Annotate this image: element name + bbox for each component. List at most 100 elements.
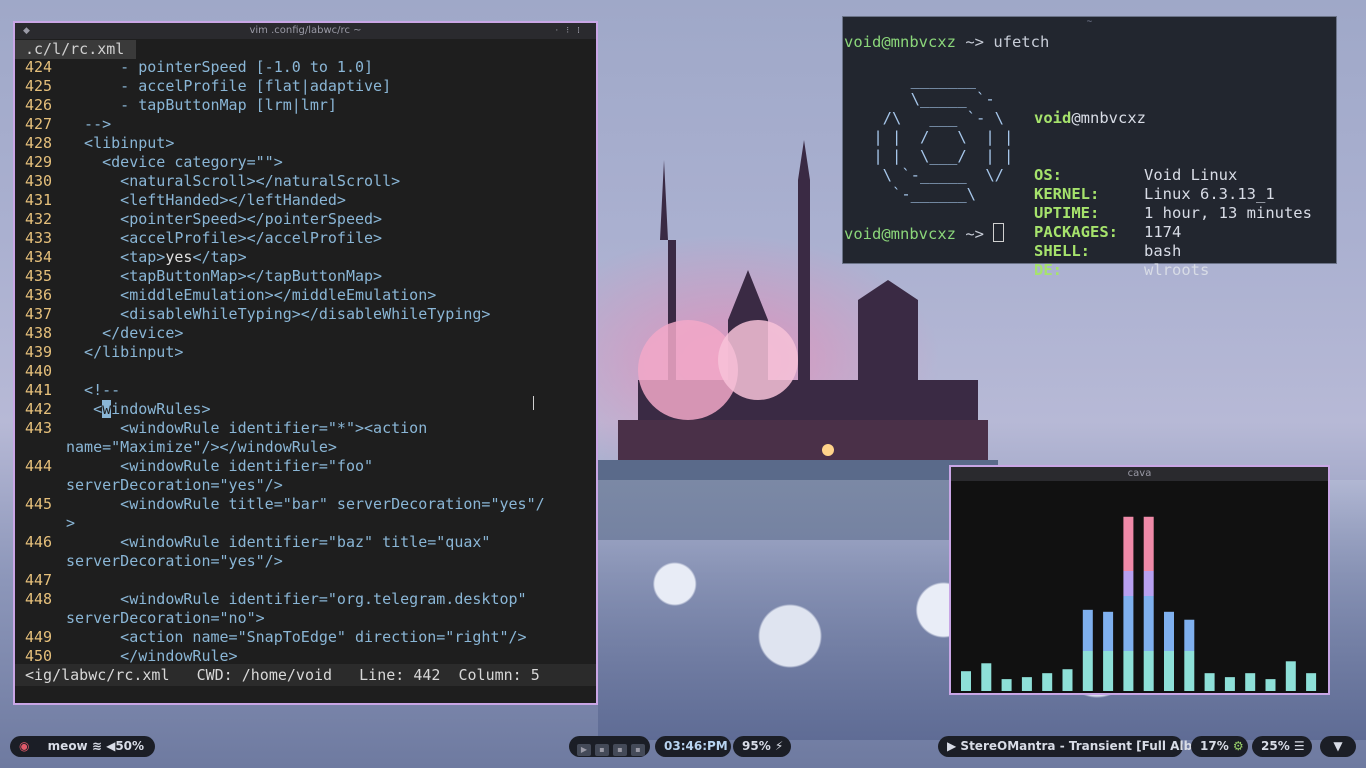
workspaces-pill: ▶ ▪ ▪ ▪ bbox=[569, 736, 650, 757]
line-number: 439 bbox=[25, 343, 53, 361]
vim-tab[interactable]: .c/l/rc.xml bbox=[15, 40, 137, 59]
ufetch-key: UPTIME: bbox=[1034, 204, 1100, 222]
code-line: <windowRule title="bar" serverDecoration… bbox=[66, 495, 545, 513]
menu-lines-icon: ☰ bbox=[1293, 739, 1305, 753]
volume-icon[interactable]: ◀ bbox=[106, 739, 115, 753]
terminal-output[interactable]: void@mnbvcxz ~> ufetch _______ \_____ `-… bbox=[844, 33, 1312, 279]
prompt-user: void bbox=[844, 33, 882, 51]
ufetch-value: Linux 6.3.13_1 bbox=[1144, 185, 1275, 203]
code-line: <windowRule identifier="org.telegram.des… bbox=[66, 590, 527, 608]
logo-line: \_____ `- bbox=[864, 90, 995, 108]
workspace-4-icon[interactable]: ▪ bbox=[631, 744, 645, 756]
vim-window[interactable]: ◆ vim .config/labwc/rc ~ ·⁝⁞ .c/l/rc.xml… bbox=[13, 21, 598, 705]
left-pill[interactable]: ◉ meow ≋ ◀50% bbox=[10, 736, 155, 757]
line-number: 448 bbox=[25, 590, 53, 608]
ufetch-value: 1174 bbox=[1144, 223, 1182, 241]
logo-line: | | / \ | | bbox=[864, 128, 1014, 146]
window-controls-icon[interactable]: ·⁝⁞ bbox=[555, 23, 588, 39]
code-line: - tapButtonMap [lrm|lmr] bbox=[66, 96, 337, 114]
code-line: <tapButtonMap></tapButtonMap> bbox=[66, 267, 383, 285]
cava-window[interactable]: cava bbox=[949, 465, 1330, 695]
logo-line: _______ bbox=[864, 71, 976, 89]
code-line: <windowRule identifier="*"><action bbox=[66, 419, 428, 437]
eye-off-icon[interactable]: ◉ bbox=[19, 739, 29, 753]
vim-statusline: <ig/labwc/rc.xml CWD: /home/void Line: 4… bbox=[15, 664, 596, 686]
line-number: 429 bbox=[25, 153, 53, 171]
line-number: 438 bbox=[25, 324, 53, 342]
status-bar: ◉ meow ≋ ◀50% ▶ ▪ ▪ ▪ 03:46:PM 95% ⚡ ▶ Ster… bbox=[0, 732, 1366, 760]
line-number: 436 bbox=[25, 286, 53, 304]
notification-pill[interactable]: ▼ bbox=[1320, 736, 1356, 757]
line-number: 443 bbox=[25, 419, 53, 437]
logo-line: | | \___/ | | bbox=[864, 147, 1014, 165]
ufetch-info: void@mnbvcxz OS: Void Linux KERNEL: Linux 6… bbox=[1034, 71, 1312, 318]
line-number: 441 bbox=[25, 381, 53, 399]
wifi-icon[interactable]: ≋ bbox=[92, 739, 102, 753]
cava-bar-segment bbox=[1082, 609, 1093, 651]
line-number: 425 bbox=[25, 77, 53, 95]
cava-bar-segment bbox=[1143, 651, 1154, 691]
prompt-arrow-2: ~> bbox=[955, 225, 994, 243]
ufetch-title: void@mnbvcxz bbox=[1034, 109, 1312, 128]
line-number: 432 bbox=[25, 210, 53, 228]
cava-bar-segment bbox=[1306, 673, 1317, 691]
vim-window-title: vim .config/labwc/rc ~ bbox=[249, 25, 362, 36]
memory-pill[interactable]: 25% ☰ bbox=[1252, 736, 1312, 757]
line-number: 427 bbox=[25, 115, 53, 133]
cpu-pill[interactable]: 17% ⚙ bbox=[1191, 736, 1248, 757]
ufetch-row: OS: Void Linux bbox=[1034, 166, 1312, 185]
ufetch-value: Void Linux bbox=[1144, 166, 1238, 184]
clock[interactable]: 03:46:PM bbox=[655, 736, 731, 757]
line-number: 431 bbox=[25, 191, 53, 209]
code-line: serverDecoration="no"> bbox=[66, 609, 265, 627]
cava-bar-segment bbox=[1184, 651, 1195, 691]
terminal-title: ~ bbox=[1086, 17, 1093, 27]
code-line: name="Maximize"/></windowRule> bbox=[66, 438, 337, 456]
cava-visualizer bbox=[961, 516, 1317, 691]
code-line: <middleEmulation></middleEmulation> bbox=[66, 286, 437, 304]
logo-line: \ `-_____ \/ bbox=[864, 166, 1004, 184]
code-line: </device> bbox=[66, 324, 184, 342]
ufetch-host: @mnbvcxz bbox=[1071, 109, 1146, 127]
prompt-command: ufetch bbox=[993, 33, 1050, 51]
terminal-window[interactable]: ~ void@mnbvcxz ~> ufetch _______ \_____ … bbox=[842, 16, 1337, 279]
cava-bar-segment bbox=[1164, 651, 1174, 691]
cava-bar-segment bbox=[1001, 679, 1012, 691]
line-number: 424 bbox=[25, 58, 53, 76]
line-number: 433 bbox=[25, 229, 53, 247]
ufetch-row: KERNEL: Linux 6.3.13_1 bbox=[1034, 185, 1312, 204]
ufetch-row: DE: wlroots bbox=[1034, 261, 1312, 280]
play-icon[interactable]: ▶ bbox=[947, 739, 956, 753]
code-line: <leftHanded></leftHanded> bbox=[66, 191, 346, 209]
vim-text-cursor: w bbox=[102, 400, 112, 418]
window-menu-icon[interactable]: ◆ bbox=[23, 23, 30, 39]
media-pill[interactable]: ▶ StereOMantra - Transient [Full Album] bbox=[938, 736, 1219, 757]
battery-value: 95% bbox=[742, 739, 771, 753]
void-logo-ascii: _______ \_____ `- /\ ___ `- \ | | / \ | … bbox=[864, 71, 1013, 204]
code-line: <tap>yes</tap> bbox=[66, 248, 247, 266]
workspace-1-icon[interactable]: ▶ bbox=[577, 744, 591, 756]
code-line: </libinput> bbox=[66, 343, 184, 361]
line-number: 447 bbox=[25, 571, 53, 589]
line-number: 445 bbox=[25, 495, 53, 513]
ufetch-key: KERNEL: bbox=[1034, 185, 1100, 203]
workspace-3-icon[interactable]: ▪ bbox=[613, 744, 627, 756]
tap-value: yes bbox=[165, 248, 193, 266]
ufetch-key: OS: bbox=[1034, 166, 1062, 184]
line-number: 430 bbox=[25, 172, 53, 190]
code-line: - accelProfile [flat|adaptive] bbox=[66, 77, 392, 95]
code-line: <device category=""> bbox=[66, 153, 283, 171]
ufetch-row: UPTIME: 1 hour, 13 minutes bbox=[1034, 204, 1312, 223]
workspace-2-icon[interactable]: ▪ bbox=[595, 744, 609, 756]
battery-pill[interactable]: 95% ⚡ bbox=[733, 736, 791, 757]
code-line: <pointerSpeed></pointerSpeed> bbox=[66, 210, 383, 228]
cava-title: cava bbox=[951, 467, 1328, 481]
dropdown-icon[interactable]: ▼ bbox=[1333, 739, 1342, 753]
hostname: meow bbox=[47, 739, 88, 753]
ufetch-row: PACKAGES: 1174 bbox=[1034, 223, 1312, 242]
line-number: 435 bbox=[25, 267, 53, 285]
cava-bar-segment bbox=[961, 671, 971, 691]
vim-titlebar[interactable]: ◆ vim .config/labwc/rc ~ ·⁝⁞ bbox=[15, 23, 596, 39]
code-line: <libinput> bbox=[66, 134, 175, 152]
line-number: 444 bbox=[25, 457, 53, 475]
